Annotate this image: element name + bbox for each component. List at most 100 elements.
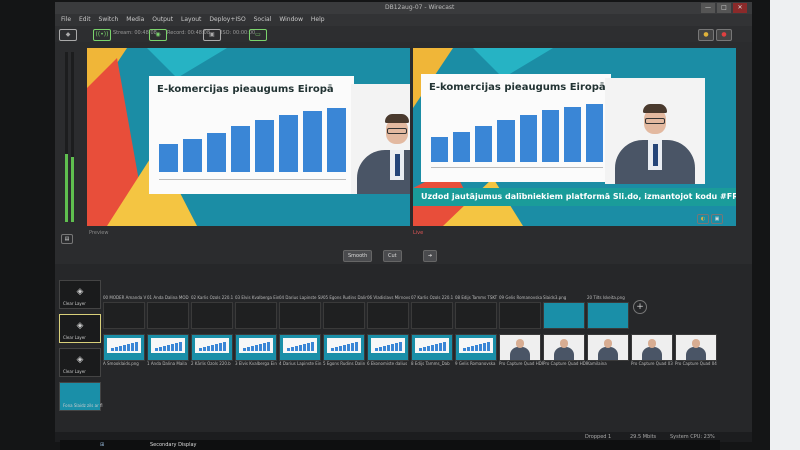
shot-tile[interactable] [323, 334, 365, 361]
background-wall [770, 0, 800, 450]
chart-bar [159, 144, 178, 172]
chart-bar [183, 138, 202, 172]
shot-tile[interactable] [323, 302, 365, 329]
audio-monitor-icon[interactable]: ◐ [697, 214, 709, 224]
menu-output[interactable]: Output [152, 16, 173, 23]
chart-bar [563, 106, 581, 162]
layers-icon: ◈ [76, 355, 84, 365]
shot-tile[interactable] [279, 334, 321, 361]
slide-title: E-komercijas pieaugums Eiropā [157, 84, 334, 95]
chart-bar [541, 110, 559, 162]
layout-icon[interactable]: ▤ [61, 234, 73, 244]
preview-label: Preview [89, 230, 109, 236]
shot-label: 3 Elvis Kvalberga Ein [235, 361, 277, 366]
shot-tile[interactable] [631, 334, 673, 361]
shot-tile[interactable] [147, 302, 189, 329]
menu-file[interactable]: File [61, 16, 71, 23]
shot-label: 03 Elvis Kvalberga Ein [235, 295, 279, 300]
shot-tile[interactable] [543, 334, 585, 361]
shot-label: 8 Edijs Tamms_Dab [411, 361, 450, 366]
chart-bar [303, 110, 322, 172]
shot-label: Pro Capture Quad 03 [631, 361, 673, 366]
menu-bar: File Edit Switch Media Output Layout Dep… [55, 14, 752, 26]
shot-tile[interactable] [411, 302, 453, 329]
shot-tile[interactable] [455, 334, 497, 361]
shot-tile[interactable] [191, 334, 233, 361]
audio-button[interactable]: ● [698, 29, 714, 41]
monitor-icon[interactable]: ▭ [249, 29, 267, 41]
minimize-button[interactable]: — [701, 3, 715, 13]
shot-tile[interactable] [279, 302, 321, 329]
speaker-video [351, 84, 410, 194]
maximize-button[interactable]: □ [717, 3, 731, 13]
shot-tile[interactable] [675, 334, 717, 361]
layer-tile[interactable]: ◈ Clear Layer [59, 280, 101, 309]
live-button[interactable]: ● [716, 29, 732, 41]
iso-icon[interactable]: ▣ [203, 29, 221, 41]
shot-label: 06 Vladislavs Mirnovs [367, 295, 411, 300]
taskbar-secondary-display[interactable]: Secondary Display [150, 441, 197, 449]
go-button[interactable]: ➔ [423, 250, 438, 262]
add-shot-button[interactable]: + [633, 300, 647, 314]
preview-audio-meter [71, 52, 74, 222]
lower-third-banner: Uzdod jautājumus dalībniekiem platformā … [413, 188, 736, 206]
shot-label: 2 Kārlis Ozols 220.b [191, 361, 231, 366]
menu-help[interactable]: Help [311, 16, 325, 23]
chart-bar [279, 114, 298, 172]
shot-tile[interactable] [543, 302, 585, 329]
menu-social[interactable]: Social [254, 16, 272, 23]
menu-edit[interactable]: Edit [79, 16, 91, 23]
chart-bar [519, 114, 537, 162]
shot-label: 07 Karlis Ozols 220.1 [411, 295, 454, 300]
shot-label: 9 Gelis Romanovska [455, 361, 496, 366]
layer-tile[interactable]: Fona Slaidz zils ar fl [59, 382, 103, 411]
shot-label: 05 Egons Rudins Dalin [323, 295, 367, 300]
shot-tile[interactable] [411, 334, 453, 361]
slide-title: E-komercijas pieaugums Eiropā [429, 82, 606, 93]
layers-icon: ◈ [76, 321, 84, 331]
shot-label: 4 Darius Lapinste Ein [279, 361, 322, 366]
shot-tile[interactable] [367, 302, 409, 329]
shot-tile[interactable] [191, 302, 233, 329]
smooth-transition-select[interactable]: Smooth [343, 250, 373, 262]
shot-tile[interactable] [367, 334, 409, 361]
preview-pane[interactable]: E-komercijas pieaugums Eiropā [87, 48, 410, 226]
shot-label: 02 Karlis Ozols 220.1 [191, 295, 234, 300]
shield-icon[interactable]: ◆ [59, 29, 77, 41]
shot-tile[interactable] [587, 302, 629, 329]
close-button[interactable]: ✕ [733, 3, 747, 13]
shot-tile[interactable] [147, 334, 189, 361]
broadcast-icon[interactable]: ((•)) [93, 29, 111, 41]
cut-transition-select[interactable]: Cut [383, 250, 402, 262]
shot-tile[interactable] [499, 302, 541, 329]
shot-label: 00 MODER Amanda V [103, 295, 147, 300]
shot-label: 6 Ekonomiste dalius [367, 361, 408, 366]
slide-panel: E-komercijas pieaugums Eiropā [149, 76, 354, 194]
menu-layout[interactable]: Layout [181, 16, 201, 23]
live-pane[interactable]: E-komercijas pieaugums Eiropā Uzdod jaut… [413, 48, 736, 226]
shot-label: Pro Capture Quad HDF [543, 361, 587, 366]
chart-bar [431, 137, 449, 162]
shot-tile[interactable] [455, 302, 497, 329]
chart-bar [327, 108, 346, 172]
record-icon[interactable]: ◉ [149, 29, 167, 41]
shot-label: Pro Capture Quad HDF [499, 361, 543, 366]
chart-bar [497, 120, 515, 162]
shot-tile[interactable] [587, 334, 629, 361]
shot-tile[interactable] [103, 302, 145, 329]
snapshot-icon[interactable]: ▣ [711, 214, 723, 224]
shot-label: 1 Anda Dalina Maila [147, 361, 187, 366]
shot-tile[interactable] [235, 334, 277, 361]
shot-tile[interactable] [103, 334, 145, 361]
shot-label: 09 Gelis Romanovska [499, 295, 543, 300]
windows-icon[interactable]: ⊞ [100, 441, 104, 449]
menu-switch[interactable]: Switch [99, 16, 119, 23]
shot-tile[interactable] [235, 302, 277, 329]
layer-tile[interactable]: ◈ Clear Layer [59, 314, 101, 343]
taskbar: ⊞ Secondary Display [60, 440, 720, 450]
layer-tile[interactable]: ◈ Clear Layer [59, 348, 101, 377]
shot-tile[interactable] [499, 334, 541, 361]
menu-deploy-iso[interactable]: Deploy+ISO [209, 16, 245, 23]
menu-window[interactable]: Window [279, 16, 303, 23]
menu-media[interactable]: Media [126, 16, 144, 23]
